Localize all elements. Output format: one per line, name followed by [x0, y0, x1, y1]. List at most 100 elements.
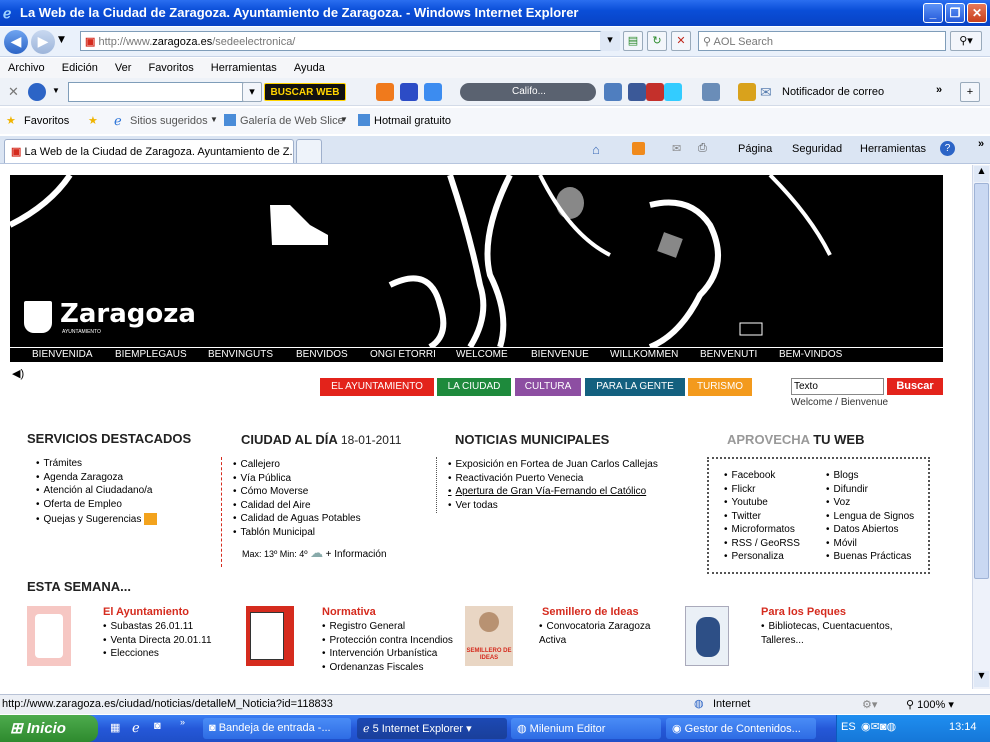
semana-normativa-title[interactable]: Normativa	[322, 606, 376, 618]
twitter-icon[interactable]	[664, 83, 682, 101]
list-item[interactable]: Cómo Moverse	[233, 485, 361, 499]
lang-benvinguts[interactable]: BENVINGUTS	[208, 349, 273, 360]
list-item[interactable]: Bibliotecas, Cuentacuentos, Talleres...	[761, 620, 911, 647]
list-item[interactable]: Exposición en Fortea de Juan Carlos Call…	[448, 458, 658, 472]
quicklaunch-more-icon[interactable]: »	[180, 717, 185, 727]
tray-icons[interactable]: ◉✉◙◍	[861, 720, 896, 733]
list-item[interactable]: Facebook	[724, 469, 800, 483]
menu-archivo[interactable]: Archivo	[8, 62, 45, 74]
feeds-icon[interactable]	[632, 142, 645, 155]
welcome-link[interactable]: Welcome / Bienvenue	[791, 397, 888, 408]
task-internet-explorer[interactable]: ℯ 5 Internet Explorer ▾	[357, 718, 507, 739]
facebook-icon[interactable]	[628, 83, 646, 101]
list-item[interactable]: Callejero	[233, 458, 361, 472]
zaragoza-logo-text[interactable]: Zaragoza	[60, 299, 196, 329]
lang-biemplegaus[interactable]: BIEMPLEGAUS	[115, 349, 187, 360]
close-button[interactable]: ✕	[967, 3, 987, 23]
toolbar-mail-icon[interactable]	[424, 83, 442, 101]
menu-ver[interactable]: Ver	[115, 62, 132, 74]
address-input[interactable]: ▣ http://www.zaragoza.es/sedeelectronica…	[80, 31, 616, 51]
list-item[interactable]: Trámites	[36, 457, 157, 471]
toolbar-logo-dropdown-icon[interactable]: ▼	[52, 86, 60, 95]
normativa-thumb[interactable]	[246, 606, 294, 666]
menu-herramientas[interactable]: Herramientas	[211, 62, 277, 74]
toolbar-add-button[interactable]: +	[960, 82, 980, 102]
task-gestor[interactable]: ◉ Gestor de Contenidos...	[666, 718, 816, 739]
scroll-down-icon[interactable]: ▼	[974, 671, 989, 687]
list-item[interactable]: Venta Directa 20.01.11	[103, 634, 212, 648]
page-menu[interactable]: Página	[738, 143, 772, 155]
scroll-thumb[interactable]	[974, 183, 989, 579]
list-item[interactable]: Youtube	[724, 496, 800, 510]
lang-bem-vindos[interactable]: BEM-VINDOS	[779, 349, 842, 360]
lang-bienvenida[interactable]: BIENVENIDA	[32, 349, 93, 360]
hotmail-link[interactable]: Hotmail gratuito	[374, 115, 451, 127]
lang-benvidos[interactable]: BENVIDOS	[296, 349, 348, 360]
ayuntamiento-thumb[interactable]	[27, 606, 71, 666]
lang-willkommen[interactable]: WILLKOMMEN	[610, 349, 678, 360]
tools-menu[interactable]: Herramientas	[860, 143, 926, 155]
youtube-icon[interactable]	[646, 83, 664, 101]
scroll-up-icon[interactable]: ▲	[974, 166, 989, 182]
cat-ayuntamiento[interactable]: EL AYUNTAMIENTO	[320, 378, 434, 396]
toolbar-user-icon[interactable]	[738, 83, 756, 101]
search-input[interactable]: ⚲ AOL Search	[698, 31, 946, 51]
list-item[interactable]: Reactivación Puerto Venecia	[448, 472, 658, 486]
list-item[interactable]: Blogs	[826, 469, 914, 483]
lang-bienvenue[interactable]: BIENVENUE	[531, 349, 589, 360]
tabbar-more-icon[interactable]: »	[978, 138, 984, 150]
semana-peques-title[interactable]: Para los Peques	[761, 606, 846, 618]
list-item[interactable]: Lengua de Signos	[826, 510, 915, 524]
cat-para-la-gente[interactable]: PARA LA GENTE	[585, 378, 685, 396]
protected-mode-icon[interactable]: ⚙▾	[862, 698, 877, 711]
list-item[interactable]: Protección contra Incendios	[322, 634, 453, 648]
start-button[interactable]: ⊞ Inicio	[0, 715, 98, 742]
read-mail-icon[interactable]: ✉	[672, 142, 681, 155]
list-item[interactable]: Vía Pública	[233, 472, 361, 486]
list-item[interactable]: Calidad de Aguas Potables	[233, 512, 361, 526]
site-search-input[interactable]: Texto	[791, 378, 884, 395]
toolbar-logo-icon[interactable]	[28, 83, 46, 101]
list-item[interactable]: Buenas Prácticas	[826, 550, 914, 564]
list-item[interactable]: Flickr	[724, 483, 800, 497]
compatibility-icon[interactable]: ▤	[623, 31, 643, 51]
cat-turismo[interactable]: TURISMO	[688, 378, 752, 396]
new-tab-button[interactable]	[296, 139, 322, 163]
minimize-button[interactable]: _	[923, 3, 943, 23]
list-item[interactable]: Personaliza	[724, 550, 800, 564]
list-item[interactable]: Elecciones	[103, 647, 212, 661]
refresh-icon[interactable]: ↻	[647, 31, 667, 51]
quicklaunch-desktop-icon[interactable]: ▦	[110, 721, 120, 734]
quejas-link[interactable]: Quejas y Sugerencias	[44, 514, 142, 525]
list-item[interactable]: Microformatos	[724, 523, 800, 537]
add-favorite-icon[interactable]: ★	[88, 114, 98, 127]
toolbar-close-icon[interactable]: ✕	[8, 84, 19, 100]
lang-benvenuti[interactable]: BENVENUTI	[700, 349, 757, 360]
toolbar-screen-icon[interactable]	[702, 83, 720, 101]
list-item[interactable]: Subastas 26.01.11	[103, 620, 212, 634]
maximize-button[interactable]: ❐	[945, 3, 965, 23]
home-icon[interactable]: ⌂	[592, 142, 600, 157]
peques-thumb[interactable]	[685, 606, 729, 666]
quicklaunch-app-icon[interactable]: ◙	[154, 720, 161, 732]
list-item[interactable]: Twitter	[724, 510, 800, 524]
web-slice-dropdown-icon[interactable]: ▼	[340, 115, 348, 124]
history-dropdown-icon[interactable]: ▼	[58, 35, 65, 45]
zoom-level[interactable]: ⚲ 100% ▾	[906, 698, 954, 711]
web-slice-gallery-link[interactable]: Galería de Web Slice	[240, 115, 344, 127]
print-icon[interactable]: ⎙	[698, 142, 707, 155]
list-item[interactable]: Convocatoria Zaragoza Activa	[539, 620, 669, 647]
address-dropdown-icon[interactable]: ▾	[600, 31, 620, 51]
toolbar-add-icon[interactable]	[376, 83, 394, 101]
cat-ciudad[interactable]: LA CIUDAD	[437, 378, 511, 396]
list-item[interactable]: Voz	[826, 496, 914, 510]
list-item[interactable]: Móvil	[826, 537, 914, 551]
language-indicator[interactable]: ES	[841, 721, 856, 733]
suggested-sites-link[interactable]: Sitios sugeridos	[130, 115, 208, 127]
task-milenium[interactable]: ◍ Milenium Editor	[511, 718, 661, 739]
audio-icon[interactable]: ◀)	[12, 367, 24, 380]
list-item[interactable]: Intervención Urbanística	[322, 647, 453, 661]
stop-icon[interactable]: ✕	[671, 31, 691, 51]
list-item[interactable]: Agenda Zaragoza	[36, 471, 157, 485]
suggested-sites-dropdown-icon[interactable]: ▼	[210, 115, 218, 124]
